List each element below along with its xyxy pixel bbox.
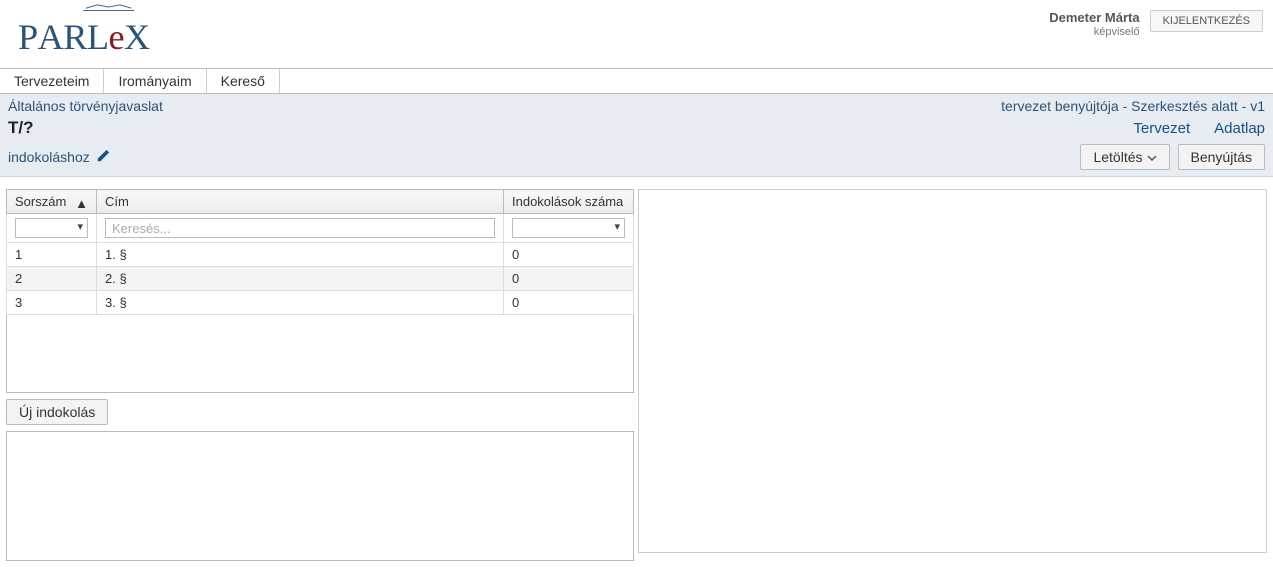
action-buttons: Letöltés Benyújtás [1080,144,1265,170]
col-header-cim-label: Cím [105,194,129,209]
cell-sorszam: 1 [7,243,97,267]
table-header-row: Sorszám ▲ Cím Indokolások száma [7,190,634,214]
preview-panel [638,189,1267,553]
chevron-down-icon [1147,149,1157,165]
cell-sorszam: 2 [7,267,97,291]
user-role: képviselő [1049,26,1139,39]
link-tervezet[interactable]: Tervezet [1133,120,1190,137]
svg-text:PARLeX: PARLeX [18,17,150,57]
col-header-indok-count-label: Indokolások száma [512,194,623,209]
status-state: Szerkesztés alatt [1131,98,1238,114]
col-header-sorszam-label: Sorszám [15,194,66,209]
sort-asc-icon: ▲ [75,196,88,211]
link-adatlap[interactable]: Adatlap [1214,120,1265,137]
status-sep2: - [1242,98,1251,114]
download-button[interactable]: Letöltés [1080,144,1169,170]
cell-cim: 2. § [97,267,504,291]
left-pane: Sorszám ▲ Cím Indokolások száma [6,189,634,561]
submit-button[interactable]: Benyújtás [1178,144,1265,170]
cell-count: 0 [504,291,634,315]
status-path: tervezet benyújtója - Szerkesztés alatt … [1001,98,1265,114]
table-row[interactable]: 3 3. § 0 [7,291,634,315]
main-navbar: Tervezeteim Irományaim Kereső [0,68,1273,94]
content-area: Sorszám ▲ Cím Indokolások száma [0,177,1273,567]
table-filter-row [7,214,634,243]
col-header-cim[interactable]: Cím [97,190,504,214]
sections-table: Sorszám ▲ Cím Indokolások száma [6,189,634,315]
cell-cim: 3. § [97,291,504,315]
cell-cim: 1. § [97,243,504,267]
title-bar: Általános törvényjavaslat tervezet benyú… [0,94,1273,177]
table-row[interactable]: 1 1. § 0 [7,243,634,267]
new-indokolas-button[interactable]: Új indokolás [6,399,108,425]
parlex-logo: PARLeX [18,2,188,62]
status-sep: - [1123,98,1132,114]
doc-type-label: Általános törvényjavaslat [8,98,163,114]
cell-count: 0 [504,267,634,291]
new-indokolas-row: Új indokolás [6,393,634,431]
header-right: Demeter Márta képviselő KIJELENTKEZÉS [1049,2,1263,39]
details-panel [6,431,634,561]
col-header-indok-count[interactable]: Indokolások száma [504,190,634,214]
cell-sorszam: 3 [7,291,97,315]
version-link[interactable]: v1 [1250,98,1265,114]
indokolashoz-link[interactable]: indokoláshoz [8,149,110,166]
doc-id: T/? [8,118,34,138]
col-header-sorszam[interactable]: Sorszám ▲ [7,190,97,214]
logo-wrap: PARLeX [18,2,1049,65]
pencil-icon [96,149,110,166]
download-label: Letöltés [1093,149,1142,165]
cell-count: 0 [504,243,634,267]
table-row[interactable]: 2 2. § 0 [7,267,634,291]
table-empty-space [6,315,634,393]
user-block: Demeter Márta képviselő [1049,10,1139,39]
nav-kereso[interactable]: Kereső [207,69,280,93]
right-links: Tervezet Adatlap [1133,120,1265,137]
indokolashoz-label: indokoláshoz [8,149,90,165]
nav-iromanyaim[interactable]: Irományaim [104,69,206,93]
filter-cim-input[interactable] [105,218,495,238]
status-prefix: tervezet benyújtója [1001,98,1119,114]
nav-tervezeteim[interactable]: Tervezeteim [0,69,104,93]
user-name: Demeter Márta [1049,10,1139,26]
filter-sorszam-dropdown[interactable] [15,218,88,238]
filter-count-dropdown[interactable] [512,218,625,238]
app-header: PARLeX Demeter Márta képviselő KIJELENTK… [0,0,1273,68]
logout-button[interactable]: KIJELENTKEZÉS [1150,10,1263,32]
